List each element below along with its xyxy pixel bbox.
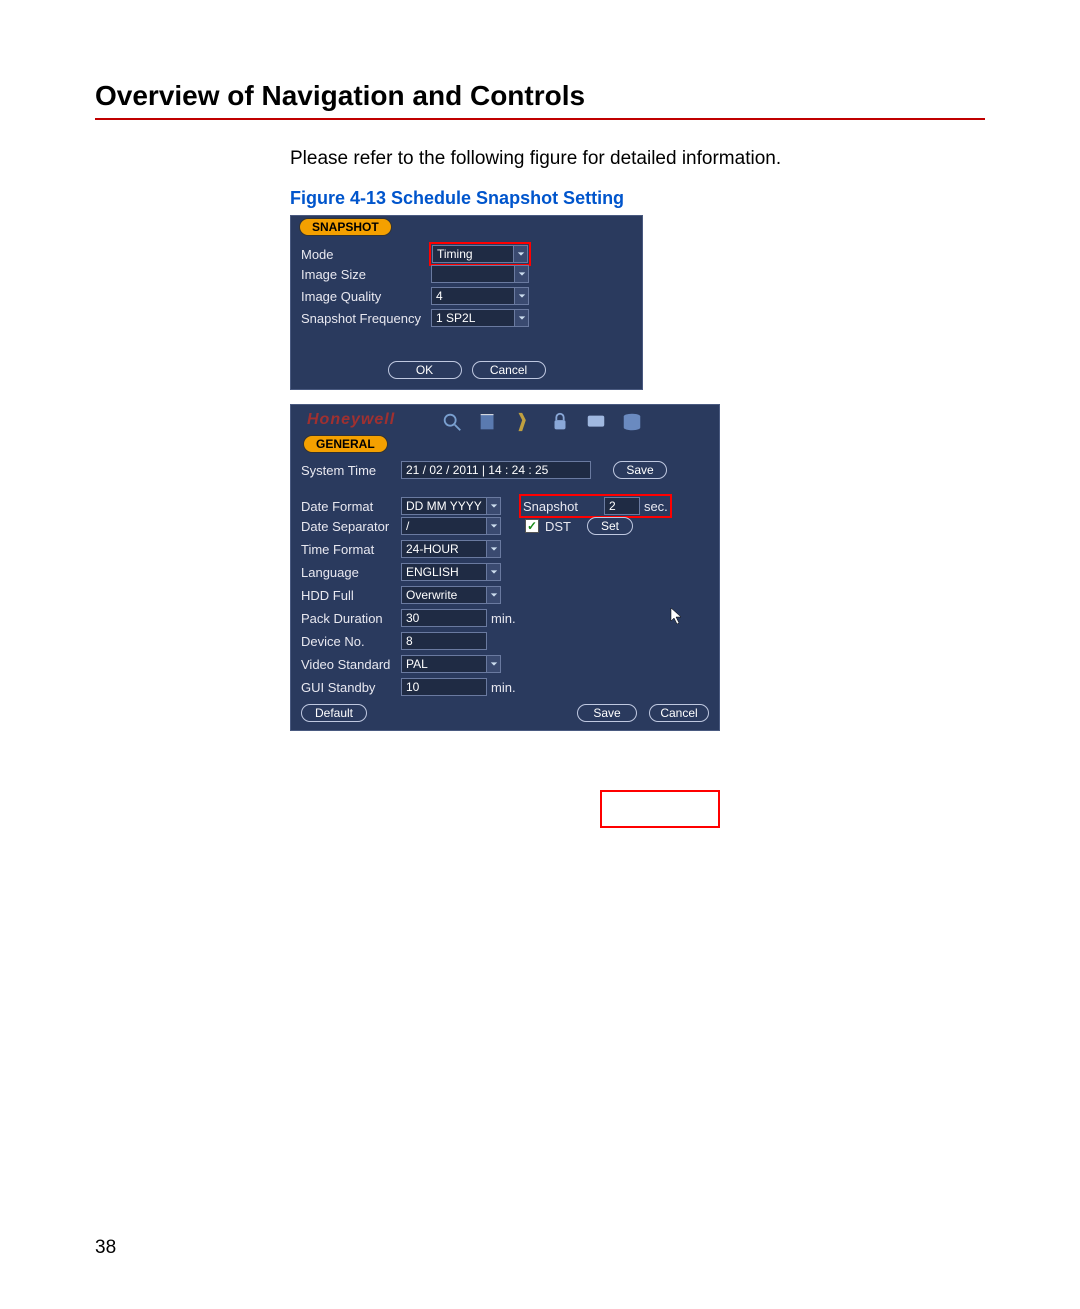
- snapshot-unit: sec.: [644, 499, 668, 514]
- video-standard-label: Video Standard: [301, 657, 401, 672]
- image-size-label: Image Size: [301, 267, 431, 282]
- mode-dropdown[interactable]: Timing: [432, 245, 528, 263]
- lock-icon[interactable]: [549, 411, 571, 433]
- disk-icon[interactable]: [621, 411, 643, 433]
- image-quality-value: 4: [436, 289, 443, 303]
- time-format-dropdown[interactable]: 24-HOUR: [401, 540, 501, 558]
- dropdown-arrow-icon: [486, 564, 500, 580]
- snapshot-frequency-value: 1 SP2L: [436, 311, 475, 325]
- snapshot-panel: SNAPSHOT Mode Timing Image Size I: [290, 215, 643, 390]
- video-standard-value: PAL: [406, 657, 428, 671]
- dropdown-arrow-icon: [486, 541, 500, 557]
- page-number: 38: [95, 1237, 116, 1259]
- dropdown-arrow-icon: [514, 310, 528, 326]
- gui-standby-unit: min.: [491, 680, 516, 695]
- device-no-label: Device No.: [301, 634, 401, 649]
- dropdown-arrow-icon: [486, 587, 500, 603]
- general-panel: Honeywell GENERAL System Time 21 / 02 / …: [290, 404, 720, 731]
- pack-duration-label: Pack Duration: [301, 611, 401, 626]
- dropdown-arrow-icon: [514, 288, 528, 304]
- hdd-full-label: HDD Full: [301, 588, 401, 603]
- date-format-label: Date Format: [301, 499, 401, 514]
- empty-highlight-box: [600, 790, 720, 828]
- save-time-button[interactable]: Save: [613, 461, 667, 479]
- save-button[interactable]: Save: [577, 704, 637, 722]
- language-label: Language: [301, 565, 401, 580]
- pack-duration-value: 30: [406, 611, 419, 625]
- snapshot-frequency-dropdown[interactable]: 1 SP2L: [431, 309, 529, 327]
- device-no-field[interactable]: 8: [401, 632, 487, 650]
- device-no-value: 8: [406, 634, 413, 648]
- date-separator-label: Date Separator: [301, 519, 401, 534]
- dst-label: DST: [545, 519, 571, 534]
- time-format-label: Time Format: [301, 542, 401, 557]
- snapshot-frequency-label: Snapshot Frequency: [301, 311, 431, 326]
- dropdown-arrow-icon: [513, 246, 527, 262]
- search-icon[interactable]: [441, 411, 463, 433]
- system-time-value: 21 / 02 / 2011 | 14 : 24 : 25: [406, 463, 548, 477]
- image-size-dropdown[interactable]: [431, 265, 529, 283]
- cancel-button[interactable]: Cancel: [472, 361, 546, 379]
- display-icon[interactable]: [585, 411, 607, 433]
- set-button[interactable]: Set: [587, 517, 633, 535]
- gui-standby-value: 10: [406, 680, 419, 694]
- video-standard-dropdown[interactable]: PAL: [401, 655, 501, 673]
- snapshot-highlight: Snapshot 2 sec.: [519, 494, 672, 518]
- dropdown-arrow-icon: [486, 498, 500, 514]
- book-icon[interactable]: [477, 411, 499, 433]
- snapshot-value-field[interactable]: 2: [604, 497, 640, 515]
- language-dropdown[interactable]: ENGLISH: [401, 563, 501, 581]
- dropdown-arrow-icon: [486, 518, 500, 534]
- time-format-value: 24-HOUR: [406, 542, 459, 556]
- date-format-value: DD MM YYYY: [406, 499, 482, 513]
- snapshot-value: 2: [609, 499, 616, 513]
- snapshot-label: Snapshot: [523, 499, 578, 514]
- intro-paragraph: Please refer to the following figure for…: [290, 148, 985, 170]
- dropdown-arrow-icon: [486, 656, 500, 672]
- system-time-label: System Time: [301, 463, 401, 478]
- image-quality-label: Image Quality: [301, 289, 431, 304]
- mode-label: Mode: [301, 247, 429, 262]
- date-separator-value: /: [406, 519, 409, 533]
- hdd-full-value: Overwrite: [406, 588, 457, 602]
- cursor-icon: [669, 607, 683, 625]
- image-quality-dropdown[interactable]: 4: [431, 287, 529, 305]
- gui-standby-field[interactable]: 10: [401, 678, 487, 696]
- hdd-full-dropdown[interactable]: Overwrite: [401, 586, 501, 604]
- dst-checkbox[interactable]: ✓: [525, 519, 539, 533]
- pack-duration-field[interactable]: 30: [401, 609, 487, 627]
- mode-highlight: Timing: [429, 242, 531, 266]
- mode-value: Timing: [437, 247, 473, 261]
- dropdown-arrow-icon: [514, 266, 528, 282]
- gui-standby-label: GUI Standby: [301, 680, 401, 695]
- section-title: Overview of Navigation and Controls: [95, 80, 985, 112]
- date-format-dropdown[interactable]: DD MM YYYY: [401, 497, 501, 515]
- section-rule: [95, 118, 985, 120]
- date-separator-dropdown[interactable]: /: [401, 517, 501, 535]
- general-tab[interactable]: GENERAL: [303, 435, 388, 453]
- tools-icon[interactable]: [513, 411, 535, 433]
- pack-duration-unit: min.: [491, 611, 516, 626]
- default-button[interactable]: Default: [301, 704, 367, 722]
- ok-button[interactable]: OK: [388, 361, 462, 379]
- language-value: ENGLISH: [406, 565, 459, 579]
- figure-caption: Figure 4-13 Schedule Snapshot Setting: [290, 188, 985, 209]
- toolbar-icons: [441, 411, 643, 433]
- snapshot-tab[interactable]: SNAPSHOT: [299, 218, 392, 236]
- brand-logo: Honeywell: [307, 411, 395, 429]
- system-time-field[interactable]: 21 / 02 / 2011 | 14 : 24 : 25: [401, 461, 591, 479]
- cancel-button-2[interactable]: Cancel: [649, 704, 709, 722]
